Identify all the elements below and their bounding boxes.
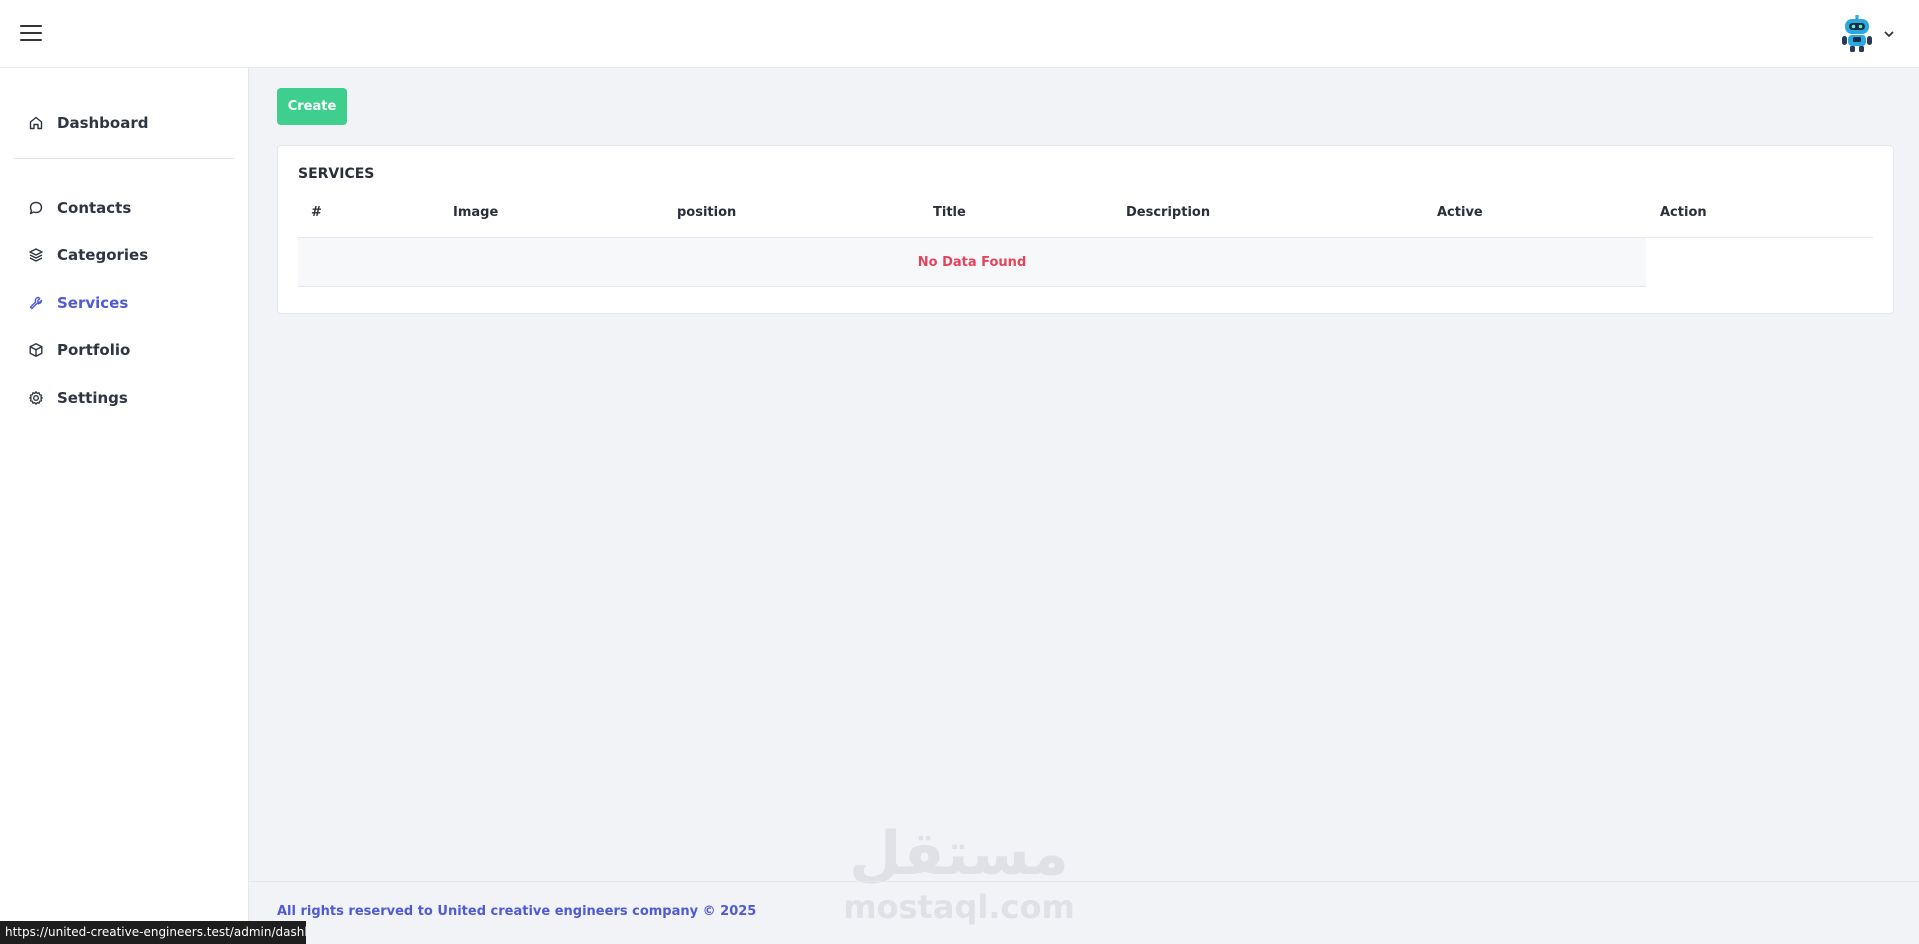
column-header-title: Title bbox=[933, 205, 966, 220]
top-bar bbox=[0, 0, 1919, 68]
create-button[interactable]: Create bbox=[277, 88, 347, 125]
column-header-active: Active bbox=[1437, 205, 1483, 220]
sidebar-item-label: Services bbox=[57, 294, 129, 312]
column-header-image: Image bbox=[453, 205, 499, 220]
sidebar-item-categories[interactable]: Categories bbox=[28, 243, 148, 267]
footer-divider bbox=[249, 881, 1919, 882]
column-header-position: position bbox=[677, 205, 737, 220]
column-header-index: # bbox=[311, 205, 322, 220]
chevron-down-icon[interactable] bbox=[1882, 26, 1896, 40]
layers-icon bbox=[29, 248, 43, 262]
empty-state-message: No Data Found bbox=[917, 254, 1027, 270]
services-card: SERVICES # Image position Title Descript… bbox=[277, 145, 1894, 314]
chat-icon bbox=[29, 201, 43, 215]
sidebar-divider bbox=[14, 158, 234, 159]
user-avatar[interactable] bbox=[1840, 14, 1874, 53]
sidebar-item-contacts[interactable]: Contacts bbox=[28, 196, 131, 220]
sidebar-item-label: Contacts bbox=[57, 199, 132, 217]
sidebar-item-dashboard[interactable]: Dashboard bbox=[28, 111, 148, 135]
home-icon bbox=[29, 116, 43, 130]
column-header-action: Action bbox=[1660, 205, 1707, 220]
sidebar: Dashboard Contacts Categories Services P… bbox=[0, 68, 249, 944]
watermark-logo: مستقل bbox=[849, 819, 1069, 889]
box-icon bbox=[29, 343, 43, 357]
gear-icon bbox=[29, 391, 43, 405]
sidebar-item-label: Categories bbox=[57, 246, 149, 264]
sidebar-item-services[interactable]: Services bbox=[28, 291, 128, 315]
browser-status-url: https://united-creative-engineers.test/a… bbox=[0, 921, 306, 944]
sidebar-item-label: Dashboard bbox=[57, 114, 149, 132]
wrench-icon bbox=[29, 296, 43, 310]
robot-avatar-icon bbox=[1842, 14, 1872, 52]
footer-copyright: All rights reserved to United creative e… bbox=[277, 904, 757, 919]
table-row: No Data Found bbox=[298, 238, 1646, 287]
sidebar-item-label: Portfolio bbox=[57, 341, 131, 359]
column-header-description: Description bbox=[1126, 205, 1211, 220]
card-title: SERVICES bbox=[298, 166, 375, 182]
sidebar-item-settings[interactable]: Settings bbox=[28, 386, 128, 410]
sidebar-item-portfolio[interactable]: Portfolio bbox=[28, 338, 130, 362]
watermark-site: mostaql.com bbox=[843, 888, 1075, 926]
mostaql-watermark: مستقل mostaql.com bbox=[843, 818, 1075, 928]
sidebar-item-label: Settings bbox=[57, 389, 128, 407]
hamburger-menu-icon[interactable] bbox=[20, 25, 42, 43]
